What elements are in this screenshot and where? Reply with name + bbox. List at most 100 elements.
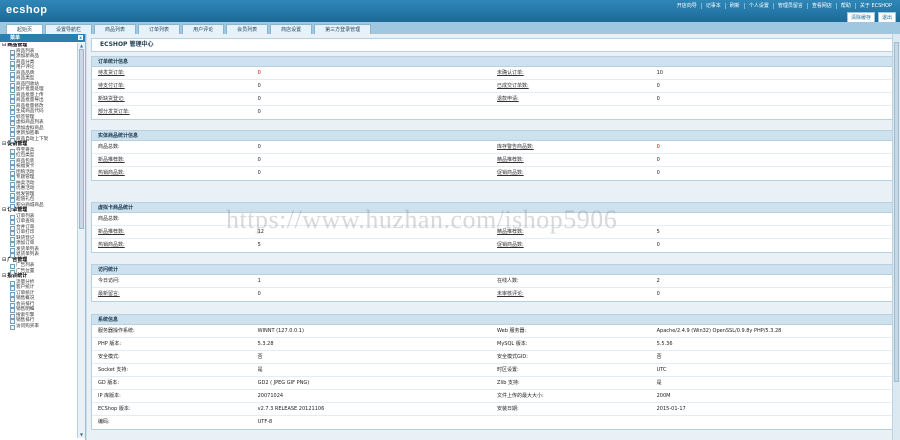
sidebar-title: 菜单 xyxy=(10,35,21,41)
label-text[interactable]: 精品推荐数: xyxy=(497,157,524,163)
scroll-thumb[interactable] xyxy=(79,49,84,229)
stat-value: 1 xyxy=(252,275,491,287)
main-scroll-thumb[interactable] xyxy=(894,42,899,382)
stat-value: 2015-01-17 xyxy=(651,403,892,415)
header-link[interactable]: 查看网店 xyxy=(806,3,836,9)
stat-label: 编码: xyxy=(92,416,252,429)
stat-label[interactable]: 最新留言: xyxy=(92,288,252,301)
header-link[interactable]: 管理员留言 xyxy=(772,3,807,9)
menu-item[interactable]: 访问购买率 xyxy=(2,324,76,329)
label-text: 安全模式: xyxy=(98,354,120,360)
header-link[interactable]: 关于 ECSHOP xyxy=(854,3,896,9)
stat-label[interactable]: 已成交订单数: xyxy=(491,80,651,92)
label-text[interactable]: 最新留言: xyxy=(98,291,120,297)
stats-panel: 实体商品统计信息 商品总数: 0 库存警告商品数: 0 新品推荐数: 0 精品推荐数: 0 热销商… xyxy=(91,130,893,181)
label-text[interactable]: 待支付订单: xyxy=(98,83,125,89)
header-link[interactable]: 个人设置 xyxy=(743,3,773,9)
label-text[interactable]: 促销商品数: xyxy=(497,170,524,176)
stat-label[interactable]: 热销商品数: xyxy=(92,167,252,180)
close-icon[interactable]: x xyxy=(78,35,83,40)
menu-item[interactable]: 退货单列表 xyxy=(2,252,76,258)
panel-title: 虚拟卡商品统计 xyxy=(92,203,892,213)
value-text: GD2 ( JPEG GIF PNG) xyxy=(257,380,310,386)
label-text[interactable]: 精品推荐数: xyxy=(497,229,524,235)
header-link[interactable]: 帮助 xyxy=(835,3,855,9)
ecshop-logo[interactable]: ecshop xyxy=(6,4,48,16)
nav-tab[interactable]: 商品列表 xyxy=(94,24,137,34)
stat-label[interactable]: 退款申请: xyxy=(491,93,651,105)
stat-label xyxy=(491,213,651,225)
stat-value: 0 xyxy=(252,93,491,105)
stat-label[interactable]: 热销商品数: xyxy=(92,239,252,252)
stat-label[interactable]: 新品推荐数: xyxy=(92,154,252,166)
menu-item[interactable]: 积分商城商品 xyxy=(2,203,76,208)
nav-tab[interactable]: 会员列表 xyxy=(226,24,269,34)
main-scrollbar[interactable] xyxy=(892,34,900,440)
header-link[interactable]: 开店向导 xyxy=(673,3,701,9)
stat-label[interactable]: 促销商品数: xyxy=(491,239,651,252)
value-text: 5.5.36 xyxy=(656,341,673,347)
panel-title: 订单统计信息 xyxy=(92,57,892,67)
stat-value: 0 xyxy=(651,167,892,180)
stat-value: 0 xyxy=(252,154,491,166)
stat-label[interactable]: 促销商品数: xyxy=(491,167,651,180)
label-text: Socket 支持: xyxy=(98,367,129,373)
table-row: ECShop 版本: v2.7.3 RELEASE 20121106 安装日期: 20… xyxy=(92,403,892,416)
label-text[interactable]: 未确认订单: xyxy=(497,70,524,76)
label-text[interactable]: 退款申请: xyxy=(497,96,519,102)
label-text: GD 版本: xyxy=(98,380,119,386)
table-row: GD 版本: GD2 ( JPEG GIF PNG) Zlib 支持: 是 xyxy=(92,377,892,390)
nav-tab[interactable]: 商店设置 xyxy=(270,24,313,34)
header-link[interactable]: 刷新 xyxy=(724,3,744,9)
value-text: Apache/2.4.9 (Win32) OpenSSL/0.9.8y PHP/… xyxy=(656,328,782,334)
label-text[interactable]: 新品推荐数: xyxy=(98,229,125,235)
table-row: 待发货订单: 0 未确认订单: 10 xyxy=(92,67,892,80)
menu-item[interactable]: 广告位置 xyxy=(2,269,76,274)
label-text[interactable]: 已成交订单数: xyxy=(497,83,529,89)
top-links: 开店向导 记事本 刷新 个人设置 管理员留言 查看网店 帮助 关于 ECSHOP xyxy=(673,3,896,9)
stat-value: 0 xyxy=(252,80,491,92)
table-row: 编码: UTF-8 xyxy=(92,416,892,429)
stat-label: PHP 版本: xyxy=(92,338,252,350)
label-text[interactable]: 促销商品数: xyxy=(497,242,524,248)
label-text[interactable]: 新品推荐数: xyxy=(98,157,125,163)
table-row: 部分发货订单: 0 xyxy=(92,106,892,119)
label-text[interactable]: 新缺货登记: xyxy=(98,96,125,102)
stat-label[interactable]: 库存警告商品数: xyxy=(491,141,651,153)
stat-label[interactable]: 未审核评论: xyxy=(491,288,651,301)
menu-item[interactable]: 商品自动上下架 xyxy=(2,137,76,142)
label-text: IP 库版本: xyxy=(98,393,121,399)
stat-label[interactable]: 精品推荐数: xyxy=(491,154,651,166)
stat-value: 0 xyxy=(252,288,491,301)
stat-label[interactable]: 新品推荐数: xyxy=(92,226,252,238)
nav-tab[interactable]: 订单列表 xyxy=(138,24,181,34)
stat-value: GD2 ( JPEG GIF PNG) xyxy=(252,377,491,389)
stat-label[interactable]: 未确认订单: xyxy=(491,67,651,79)
stats-panel: 系统信息 服务器操作系统: WINNT (127.0.0.1) Web 服务器: Apa… xyxy=(91,314,893,430)
value-text: UTC xyxy=(656,367,667,373)
value-text: 5.3.28 xyxy=(257,341,274,347)
scroll-down-icon[interactable]: ▼ xyxy=(78,432,85,438)
stat-label: 在线人数: xyxy=(491,275,651,287)
stat-value xyxy=(651,213,892,225)
stat-label[interactable]: 部分发货订单: xyxy=(92,106,252,119)
nav-tab[interactable]: 起始页 xyxy=(6,24,44,34)
stat-label[interactable]: 待发货订单: xyxy=(92,67,252,79)
label-text[interactable]: 热销商品数: xyxy=(98,170,125,176)
nav-tab[interactable]: 用户评论 xyxy=(182,24,225,34)
label-text[interactable]: 部分发货订单: xyxy=(98,109,130,115)
nav-tab[interactable]: 设置导航栏 xyxy=(45,24,93,34)
value-text: 1 xyxy=(257,278,261,284)
stat-label[interactable]: 精品推荐数: xyxy=(491,226,651,238)
stat-label: 文件上传的最大大小: xyxy=(491,390,651,402)
label-text[interactable]: 热销商品数: xyxy=(98,242,125,248)
label-text[interactable]: 库存警告商品数: xyxy=(497,144,534,150)
stat-label[interactable]: 待支付订单: xyxy=(92,80,252,92)
header-link[interactable]: 记事本 xyxy=(700,3,725,9)
table-row: 商品总数: xyxy=(92,213,892,226)
nav-tab[interactable]: 第三方登录管理 xyxy=(314,24,372,34)
label-text[interactable]: 未审核评论: xyxy=(497,291,524,297)
sidebar-scrollbar[interactable]: ▲ ▼ xyxy=(77,43,85,438)
label-text[interactable]: 待发货订单: xyxy=(98,70,125,76)
stat-label[interactable]: 新缺货登记: xyxy=(92,93,252,105)
